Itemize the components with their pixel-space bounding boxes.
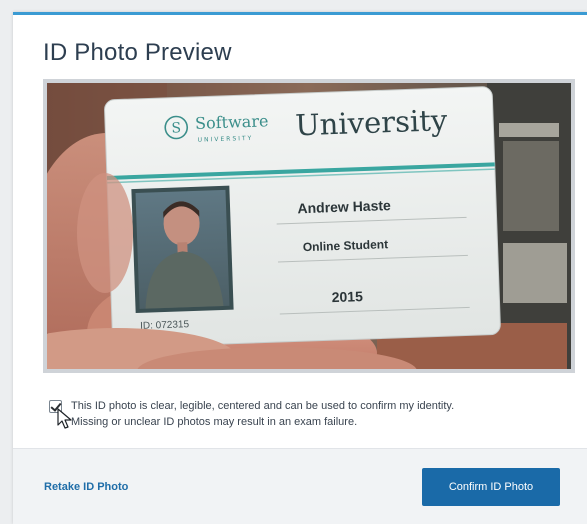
retake-id-photo-link[interactable]: Retake ID Photo xyxy=(44,481,128,493)
card-role-text: Online Student xyxy=(303,237,389,254)
dialog-footer: Retake ID Photo Confirm ID Photo xyxy=(13,448,587,524)
confirm-id-photo-button[interactable]: Confirm ID Photo xyxy=(422,468,560,506)
consent-line-2: Missing or unclear ID photos may result … xyxy=(71,416,358,428)
dialog-top-accent xyxy=(13,12,587,15)
page-background: ID Photo Preview S Software UNIVERSITY U… xyxy=(0,0,587,524)
id-photo-preview: S Software UNIVERSITY University Andrew … xyxy=(43,79,575,373)
id-photo-preview-dialog: ID Photo Preview S Software UNIVERSITY U… xyxy=(13,12,587,524)
id-photo-image: S Software UNIVERSITY University Andrew … xyxy=(47,83,571,369)
card-name-text: Andrew Haste xyxy=(297,197,391,216)
svg-text:S: S xyxy=(171,120,181,136)
card-logo-text: Software xyxy=(195,111,269,133)
card-university-text: University xyxy=(295,103,449,142)
dialog-title: ID Photo Preview xyxy=(43,39,232,66)
consent-text: This ID photo is clear, legible, centere… xyxy=(71,398,454,430)
consent-line-1: This ID photo is clear, legible, centere… xyxy=(71,400,455,412)
card-year-text: 2015 xyxy=(331,288,363,305)
